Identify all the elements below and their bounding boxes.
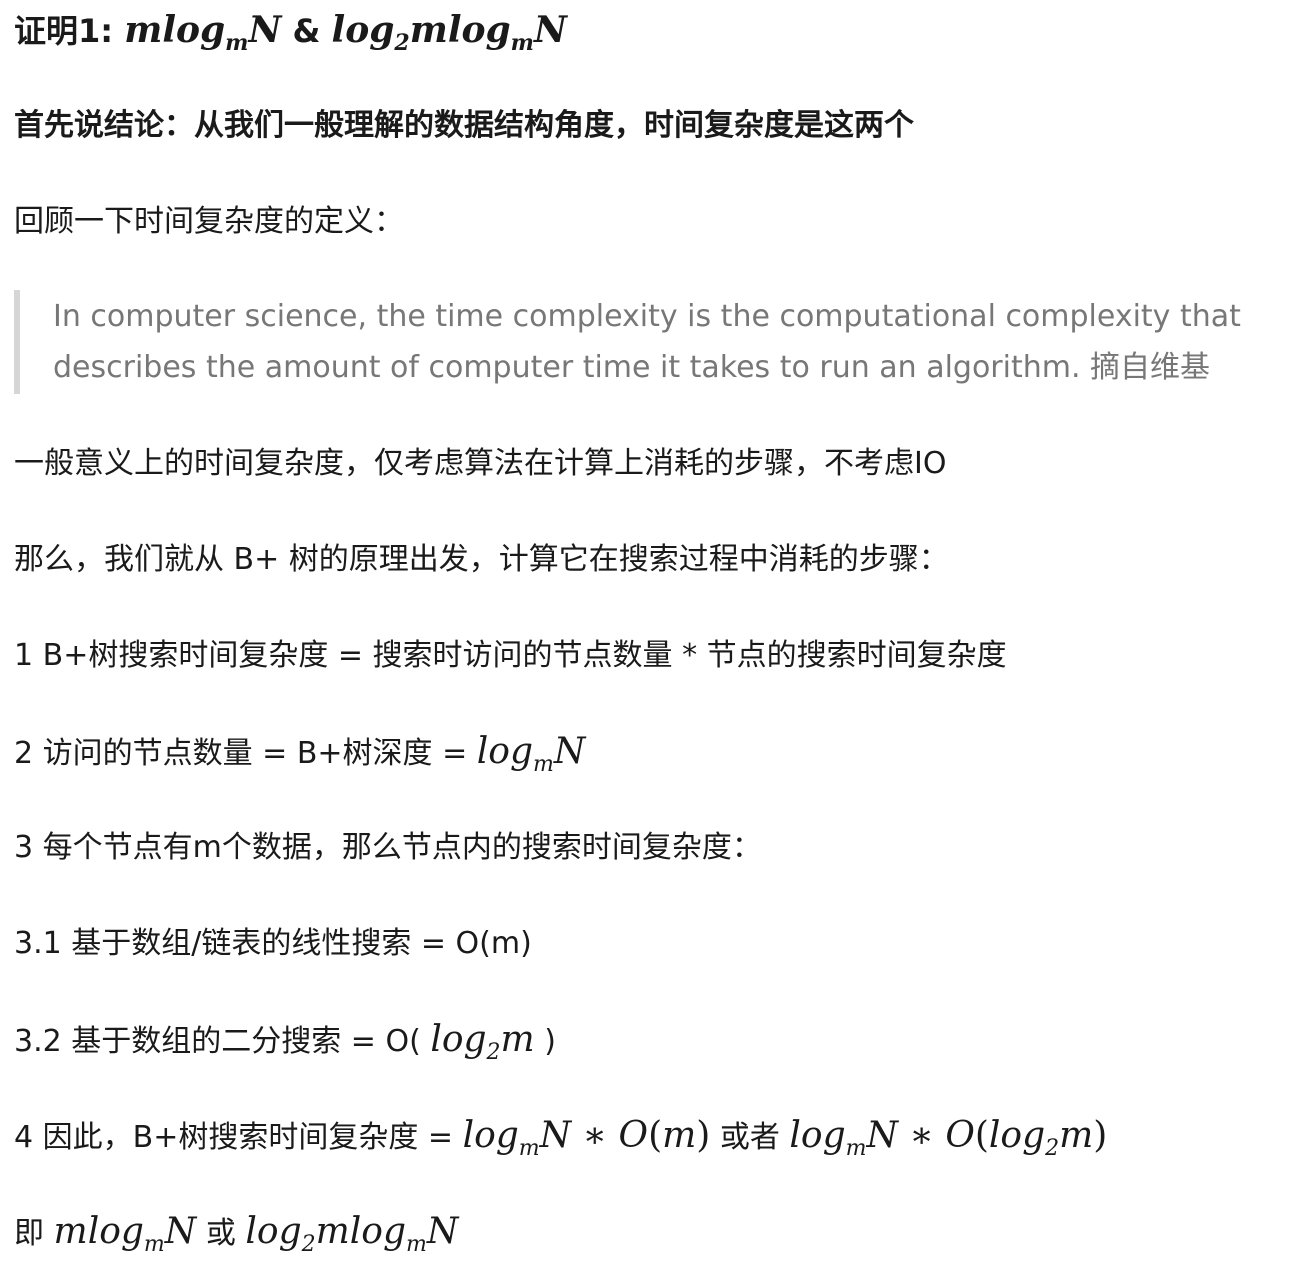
formula-log2-m-log-m-n: log2mlogmN <box>331 9 567 56</box>
quote-line-2: describes the amount of computer time it… <box>53 350 1211 385</box>
formula-log-m-n: logmN <box>476 731 586 777</box>
conclusion-text: 首先说结论：从我们一般理解的数据结构角度，时间复杂度是这两个 <box>14 108 914 143</box>
step-2-text: 2 访问的节点数量 = B+树深度 = <box>14 736 477 771</box>
proof-heading-prefix: 证明1: <box>14 12 114 50</box>
step-1-text: 1 B+树搜索时间复杂度 = 搜索时访问的节点数量 * 节点的搜索时间复杂度 <box>14 638 1007 673</box>
step-3-2-line: 3.2 基于数组的二分搜索 = O( log2m ) <box>14 1019 556 1065</box>
document-page: 证明1: mlogmN & log2mlogmN 首先说结论：从我们一般理解的数… <box>0 0 1293 1274</box>
formula-m-log-m-n-final: mlogmN <box>53 1211 197 1257</box>
recall-text: 回顾一下时间复杂度的定义： <box>14 204 404 239</box>
final-prefix: 即 <box>14 1216 54 1251</box>
step-3-2-prefix: 3.2 基于数组的二分搜索 = O( <box>14 1024 431 1059</box>
step-2-line: 2 访问的节点数量 = B+树深度 = logmN <box>14 731 586 777</box>
formula-m-log-m-n: mlogmN <box>124 9 282 56</box>
proof-heading: 证明1: mlogmN & log2mlogmN <box>14 9 567 56</box>
step-4-or: 或者 <box>710 1120 790 1155</box>
quote-line-1: In computer science, the time complexity… <box>53 299 1241 334</box>
step-3-text: 3 每个节点有m个数据，那么节点内的搜索时间复杂度： <box>14 830 762 865</box>
definition-blockquote: In computer science, the time complexity… <box>14 290 1280 394</box>
final-or: 或 <box>196 1216 246 1251</box>
final-line: 即 mlogmN 或 log2mlogmN <box>14 1211 459 1257</box>
step-4-prefix: 4 因此，B+树搜索时间复杂度 = <box>14 1120 463 1155</box>
general-meaning-text: 一般意义上的时间复杂度，仅考虑算法在计算上消耗的步骤，不考虑IO <box>14 446 947 481</box>
step-3-2-suffix: ) <box>534 1024 556 1059</box>
formula-log-m-n-times-o-log2-m: logmN ∗ O(log2m) <box>789 1115 1108 1161</box>
step-3-1-text: 3.1 基于数组/链表的线性搜索 = O(m) <box>14 926 532 961</box>
formula-log2-m-log-m-n-final: log2mlogmN <box>245 1211 459 1257</box>
formula-log2-m: log2m <box>430 1019 535 1065</box>
formula-log-m-n-times-o-m: logmN ∗ O(m) <box>462 1115 711 1161</box>
heading-ampersand: & <box>292 12 321 50</box>
then-text: 那么，我们就从 B+ 树的原理出发，计算它在搜索过程中消耗的步骤： <box>14 542 949 577</box>
step-4-line: 4 因此，B+树搜索时间复杂度 = logmN ∗ O(m) 或者 logmN … <box>14 1115 1108 1161</box>
